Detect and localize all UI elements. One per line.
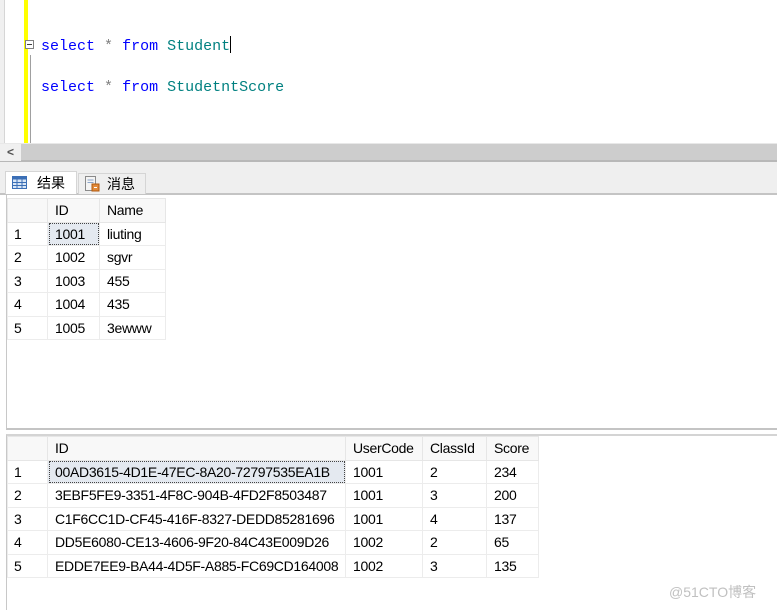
cell-score[interactable]: 137 [486, 506, 539, 531]
cell-classid[interactable]: 3 [422, 553, 487, 578]
results-tab-strip: 结果 消息 [0, 162, 777, 195]
row-number[interactable]: 4 [7, 530, 48, 555]
cell-score[interactable]: 234 [486, 459, 539, 484]
cell-usercode[interactable]: 1001 [345, 459, 423, 484]
keyword-select: select [41, 79, 96, 96]
operator-star: * [104, 38, 114, 55]
code-line-2[interactable]: select * from StudetntScore [41, 79, 284, 97]
keyword-select: select [41, 38, 96, 55]
horizontal-scrollbar[interactable]: < [0, 143, 777, 162]
keyword-from: from [122, 79, 159, 96]
tab-messages-label: 消息 [107, 176, 135, 192]
cell-score[interactable]: 135 [486, 553, 539, 578]
table-row[interactable]: 2 3EBF5FE9-3351-4F8C-904B-4FD2F8503487 1… [7, 483, 539, 508]
outline-guide [30, 55, 31, 143]
table-row[interactable]: 3 1003 455 [7, 268, 166, 293]
query-editor[interactable]: select * from Student select * from Stud… [0, 0, 777, 143]
row-number[interactable]: 4 [7, 292, 48, 317]
cell-id[interactable]: 1002 [47, 245, 100, 270]
grid-icon [12, 176, 27, 189]
column-header-usercode[interactable]: UserCode [345, 436, 423, 461]
cell-classid[interactable]: 3 [422, 483, 487, 508]
row-number[interactable]: 3 [7, 268, 48, 293]
header-row: ID Name [7, 198, 166, 223]
table-row[interactable]: 5 EDDE7EE9-BA44-4D5F-A885-FC69CD164008 1… [7, 553, 539, 578]
cell-name[interactable]: 435 [99, 292, 166, 317]
cell-id[interactable]: C1F6CC1D-CF45-416F-8327-DEDD85281696 [47, 506, 346, 531]
watermark: @51CTO博客 [669, 584, 757, 600]
cell-score[interactable]: 200 [486, 483, 539, 508]
collapse-icon[interactable] [25, 40, 34, 49]
row-number[interactable]: 5 [7, 315, 48, 340]
row-number[interactable]: 3 [7, 506, 48, 531]
keyword-from: from [122, 38, 159, 55]
cell-id[interactable]: DD5E6080-CE13-4606-9F20-84C43E009D26 [47, 530, 346, 555]
cell-id[interactable]: 1001 [47, 221, 100, 246]
change-tracking-bar [24, 0, 28, 143]
cell-classid[interactable]: 4 [422, 506, 487, 531]
column-header-id[interactable]: ID [47, 436, 346, 461]
table-row[interactable]: 5 1005 3ewww [7, 315, 166, 340]
table-name: StudetntScore [167, 79, 285, 96]
cell-classid[interactable]: 2 [422, 459, 487, 484]
column-header-id[interactable]: ID [47, 198, 100, 223]
column-header-name[interactable]: Name [99, 198, 166, 223]
text-caret [230, 36, 232, 53]
table-row[interactable]: 3 C1F6CC1D-CF45-416F-8327-DEDD85281696 1… [7, 506, 539, 531]
messages-icon [85, 176, 100, 192]
cell-name[interactable]: sgvr [99, 245, 166, 270]
student-score-table: ID UserCode ClassId Score 1 00AD3615-4D1… [7, 436, 539, 578]
column-header-classid[interactable]: ClassId [422, 436, 487, 461]
scroll-left-button[interactable]: < [0, 144, 21, 161]
cell-id[interactable]: 00AD3615-4D1E-47EC-8A20-72797535EA1B [47, 459, 346, 484]
cell-name[interactable]: 455 [99, 268, 166, 293]
row-number[interactable]: 1 [7, 221, 48, 246]
cell-classid[interactable]: 2 [422, 530, 487, 555]
table-name: Student [167, 38, 231, 55]
tab-messages[interactable]: 消息 [78, 173, 146, 194]
result-grid-student[interactable]: ID Name 1 1001 liuting 2 1002 sgvr 3 100… [6, 195, 777, 430]
table-row[interactable]: 4 1004 435 [7, 292, 166, 317]
code-line-1[interactable]: select * from Student [41, 36, 232, 56]
row-number[interactable]: 2 [7, 245, 48, 270]
cell-id[interactable]: 1003 [47, 268, 100, 293]
row-number[interactable]: 5 [7, 553, 48, 578]
cell-id[interactable]: EDDE7EE9-BA44-4D5F-A885-FC69CD164008 [47, 553, 346, 578]
table-row[interactable]: 1 1001 liuting [7, 221, 166, 246]
cell-id[interactable]: 1004 [47, 292, 100, 317]
tab-results[interactable]: 结果 [5, 171, 77, 194]
column-header-score[interactable]: Score [486, 436, 539, 461]
header-row: ID UserCode ClassId Score [7, 436, 539, 461]
chevron-left-icon: < [6, 145, 14, 159]
cell-id[interactable]: 3EBF5FE9-3351-4F8C-904B-4FD2F8503487 [47, 483, 346, 508]
operator-star: * [104, 79, 114, 96]
cell-usercode[interactable]: 1002 [345, 530, 423, 555]
table-row[interactable]: 4 DD5E6080-CE13-4606-9F20-84C43E009D26 1… [7, 530, 539, 555]
table-row[interactable]: 1 00AD3615-4D1E-47EC-8A20-72797535EA1B 1… [7, 459, 539, 484]
cell-usercode[interactable]: 1001 [345, 506, 423, 531]
student-table: ID Name 1 1001 liuting 2 1002 sgvr 3 100… [7, 198, 166, 340]
row-number-header [7, 436, 48, 461]
row-number[interactable]: 1 [7, 459, 48, 484]
cell-score[interactable]: 65 [486, 530, 539, 555]
tab-results-label: 结果 [37, 175, 65, 191]
row-number-header [7, 198, 48, 223]
cell-name[interactable]: liuting [99, 221, 166, 246]
cell-name[interactable]: 3ewww [99, 315, 166, 340]
table-row[interactable]: 2 1002 sgvr [7, 245, 166, 270]
cell-usercode[interactable]: 1002 [345, 553, 423, 578]
cell-id[interactable]: 1005 [47, 315, 100, 340]
editor-left-margin [0, 0, 5, 143]
row-number[interactable]: 2 [7, 483, 48, 508]
result-grid-student-score[interactable]: ID UserCode ClassId Score 1 00AD3615-4D1… [6, 434, 777, 610]
cell-usercode[interactable]: 1001 [345, 483, 423, 508]
